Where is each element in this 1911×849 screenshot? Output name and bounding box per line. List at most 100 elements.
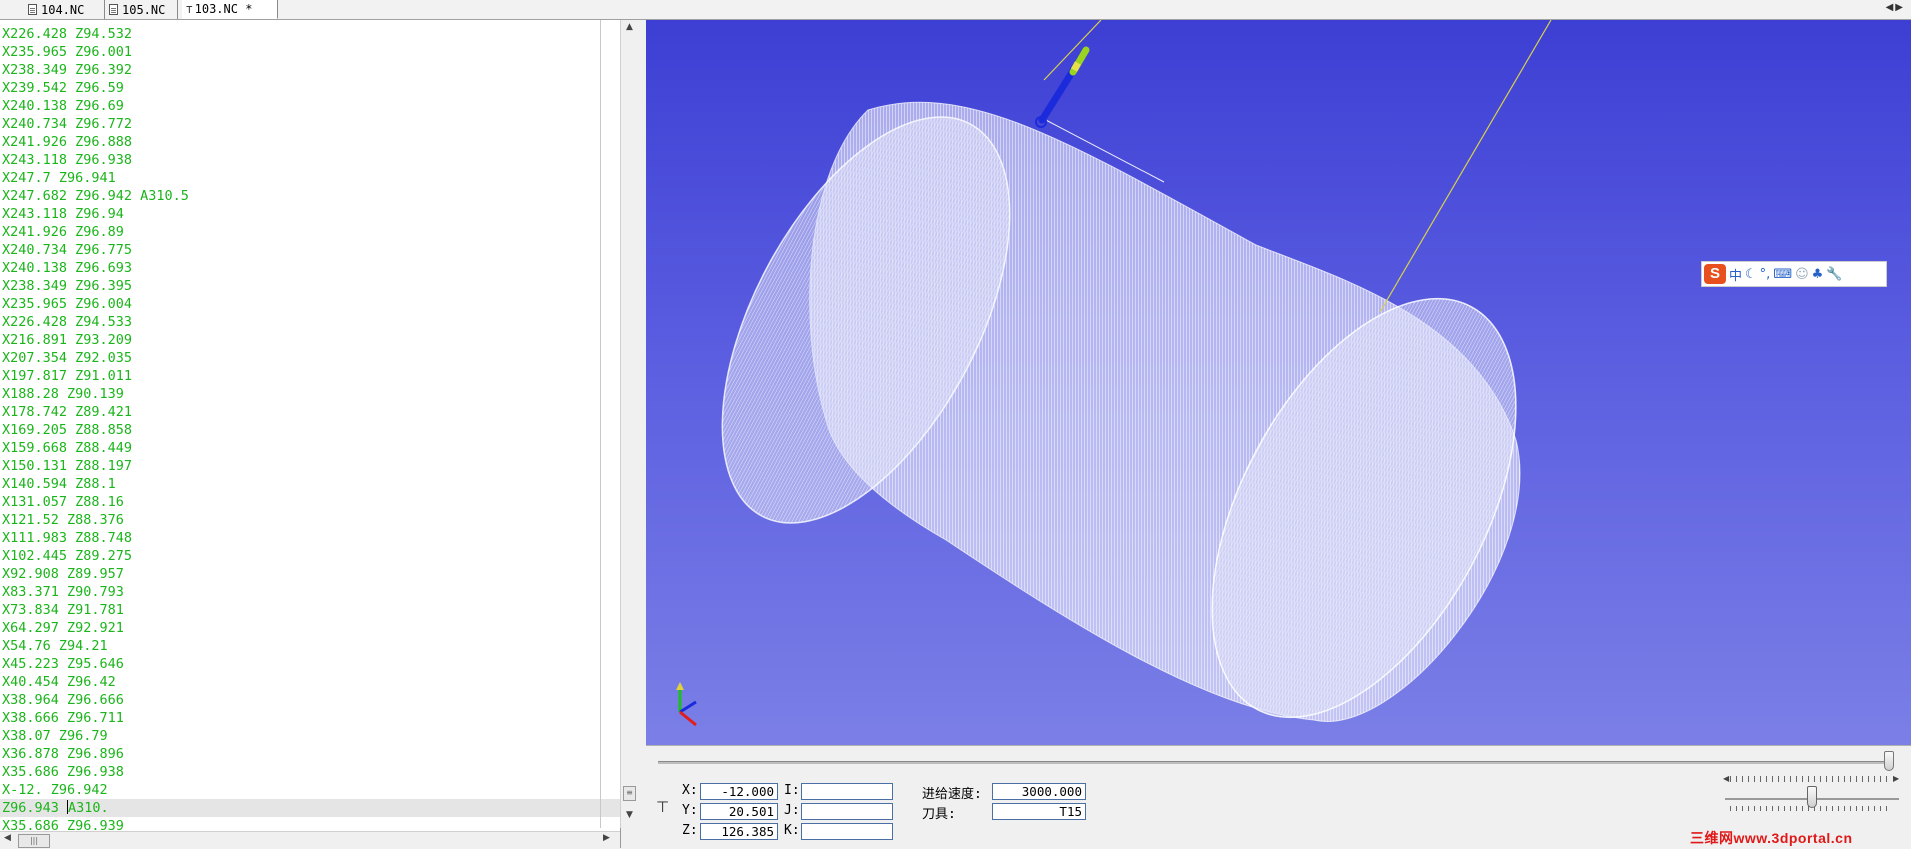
code-line[interactable]: X247.682 Z96.942 A310.5 (0, 187, 620, 205)
tab-label: 104.NC (41, 2, 85, 17)
code-line[interactable]: X241.926 Z96.89 (0, 223, 620, 241)
i-coord-label: I: (784, 783, 800, 798)
code-line[interactable]: X240.734 Z96.772 (0, 115, 620, 133)
code-line[interactable]: X197.817 Z91.011 (0, 367, 620, 385)
code-line[interactable]: X247.7 Z96.941 (0, 169, 620, 187)
sogou-logo-icon: S (1704, 264, 1726, 284)
skin-shirt-icon[interactable]: ♣ (1812, 267, 1824, 282)
scroll-left-arrow-icon[interactable]: ◀ (4, 833, 11, 843)
tab-scroll-arrows[interactable]: ◀▶ (1886, 2, 1905, 13)
code-line[interactable]: X36.878 Z96.896 (0, 745, 620, 763)
nc-file-icon (109, 4, 118, 15)
editor-horizontal-scrollbar[interactable]: ◀ ||| ▶ (0, 831, 620, 849)
user-icon[interactable]: ☺ (1795, 267, 1809, 282)
editor-margin-line (600, 20, 601, 828)
nc-file-icon (28, 4, 37, 15)
code-lines: X226.428 Z94.532 X235.965 Z96.001 X238.349… (0, 25, 620, 835)
i-coord-field[interactable] (801, 783, 893, 800)
editor-vertical-scrollbar[interactable]: ▲ ≡ ▼ (620, 20, 638, 828)
wrench-icon[interactable]: 🔧 (1826, 267, 1842, 282)
text-caret (67, 800, 69, 814)
ime-toolbar[interactable]: S 中 ☾ °, ⌨ ☺ ♣ 🔧 (1701, 261, 1887, 287)
tab-103-nc[interactable]: ⊤ 103.NC * (182, 0, 278, 19)
code-line[interactable]: X54.76 Z94.21 (0, 637, 620, 655)
code-line[interactable]: X83.371 Z90.793 (0, 583, 620, 601)
scroll-right-arrow-icon[interactable]: ▶ (603, 833, 610, 843)
code-line[interactable]: X239.542 Z96.59 (0, 79, 620, 97)
tool-field[interactable]: T15 (992, 803, 1086, 820)
code-line[interactable]: X240.138 Z96.693 (0, 259, 620, 277)
code-line[interactable]: X64.297 Z92.921 (0, 619, 620, 637)
keyboard-icon[interactable]: ⌨ (1773, 267, 1792, 282)
code-line[interactable]: X131.057 Z88.16 (0, 493, 620, 511)
code-line[interactable]: X38.07 Z96.79 (0, 727, 620, 745)
code-line[interactable]: X73.834 Z91.781 (0, 601, 620, 619)
code-line[interactable]: X40.454 Z96.42 (0, 673, 620, 691)
file-tab-bar: 104.NC 105.NC ⊤ 103.NC * ◀▶ (0, 0, 1911, 20)
j-coord-field[interactable] (801, 803, 893, 820)
code-line[interactable]: X159.668 Z88.449 (0, 439, 620, 457)
code-line[interactable]: X38.666 Z96.711 (0, 709, 620, 727)
playback-progress-handle[interactable] (1884, 751, 1894, 771)
code-line[interactable]: X140.594 Z88.1 (0, 475, 620, 493)
tab-105-nc[interactable]: 105.NC (105, 0, 178, 19)
code-line[interactable]: X169.205 Z88.858 (0, 421, 620, 439)
code-line[interactable]: X92.908 Z89.957 (0, 565, 620, 583)
toolpath-render (676, 20, 1552, 727)
tab-104-nc[interactable]: 104.NC (24, 0, 105, 19)
slider-right-arrow-icon[interactable]: ▶ (1893, 774, 1899, 783)
code-line[interactable]: X150.131 Z88.197 (0, 457, 620, 475)
feed-rate-label: 进给速度: (922, 787, 982, 802)
code-line[interactable]: X207.354 Z92.035 (0, 349, 620, 367)
z-coord-field[interactable]: 126.385 (700, 823, 778, 840)
code-line[interactable]: X111.983 Z88.748 (0, 529, 620, 547)
horizontal-scroll-thumb[interactable]: ||| (18, 834, 50, 848)
code-line[interactable]: X102.445 Z89.275 (0, 547, 620, 565)
j-coord-label: J: (784, 803, 800, 818)
speed-slider-handle[interactable] (1807, 786, 1817, 808)
code-line[interactable]: X226.428 Z94.532 (0, 25, 620, 43)
nc-code-editor[interactable]: X226.428 Z94.532 X235.965 Z96.001 X238.349… (0, 20, 621, 848)
code-line[interactable]: X240.734 Z96.775 (0, 241, 620, 259)
code-line[interactable]: X235.965 Z96.004 (0, 295, 620, 313)
code-line[interactable]: X121.52 Z88.376 (0, 511, 620, 529)
code-line[interactable]: X235.965 Z96.001 (0, 43, 620, 61)
code-line[interactable]: X216.891 Z93.209 (0, 331, 620, 349)
ime-mode-toggle[interactable]: 中 (1729, 265, 1742, 284)
k-coord-label: K: (784, 823, 800, 838)
code-line[interactable]: X240.138 Z96.69 (0, 97, 620, 115)
slider-left-arrow-icon[interactable]: ◀ (1723, 774, 1729, 783)
k-coord-field[interactable] (801, 823, 893, 840)
simulation-speed-slider[interactable]: ◀ ▶ (1723, 774, 1899, 811)
x-coord-field[interactable]: -12.000 (700, 783, 778, 800)
speed-ticks-top (1730, 776, 1892, 782)
3d-simulation-viewport[interactable] (646, 20, 1911, 745)
tool-label: 刀具: (922, 807, 956, 822)
tab-label: 103.NC * (194, 2, 253, 16)
x-coord-label: X: (682, 783, 698, 798)
code-line[interactable]: X188.28 Z90.139 (0, 385, 620, 403)
code-line[interactable]: X-12. Z96.942 (0, 781, 620, 799)
code-line[interactable]: X238.349 Z96.395 (0, 277, 620, 295)
rapid-move-line (1379, 20, 1552, 313)
scroll-up-arrow-icon[interactable]: ▲ (621, 22, 638, 32)
code-line[interactable]: Z96.943 A310. (0, 799, 620, 817)
code-line[interactable]: X241.926 Z96.888 (0, 133, 620, 151)
code-line[interactable]: X238.349 Z96.392 (0, 61, 620, 79)
code-line[interactable]: X38.964 Z96.666 (0, 691, 620, 709)
code-line[interactable]: X243.118 Z96.938 (0, 151, 620, 169)
code-line[interactable]: X35.686 Z96.938 (0, 763, 620, 781)
code-line[interactable]: X226.428 Z94.533 (0, 313, 620, 331)
tool-position-icon: ⊤ (656, 798, 670, 816)
moon-icon[interactable]: ☾ (1745, 267, 1757, 282)
split-grip-icon[interactable]: ≡ (623, 786, 636, 801)
scroll-down-arrow-icon[interactable]: ▼ (621, 810, 638, 820)
feed-rate-field[interactable]: 3000.000 (992, 783, 1086, 800)
site-watermark: 三维网www.3dportal.cn (1690, 830, 1853, 846)
code-line[interactable]: X243.118 Z96.94 (0, 205, 620, 223)
code-line[interactable]: X178.742 Z89.421 (0, 403, 620, 421)
y-coord-field[interactable]: 20.501 (700, 803, 778, 820)
playback-progress-track[interactable] (658, 761, 1890, 764)
code-line[interactable]: X45.223 Z95.646 (0, 655, 620, 673)
punctuation-icon[interactable]: °, (1760, 267, 1771, 282)
